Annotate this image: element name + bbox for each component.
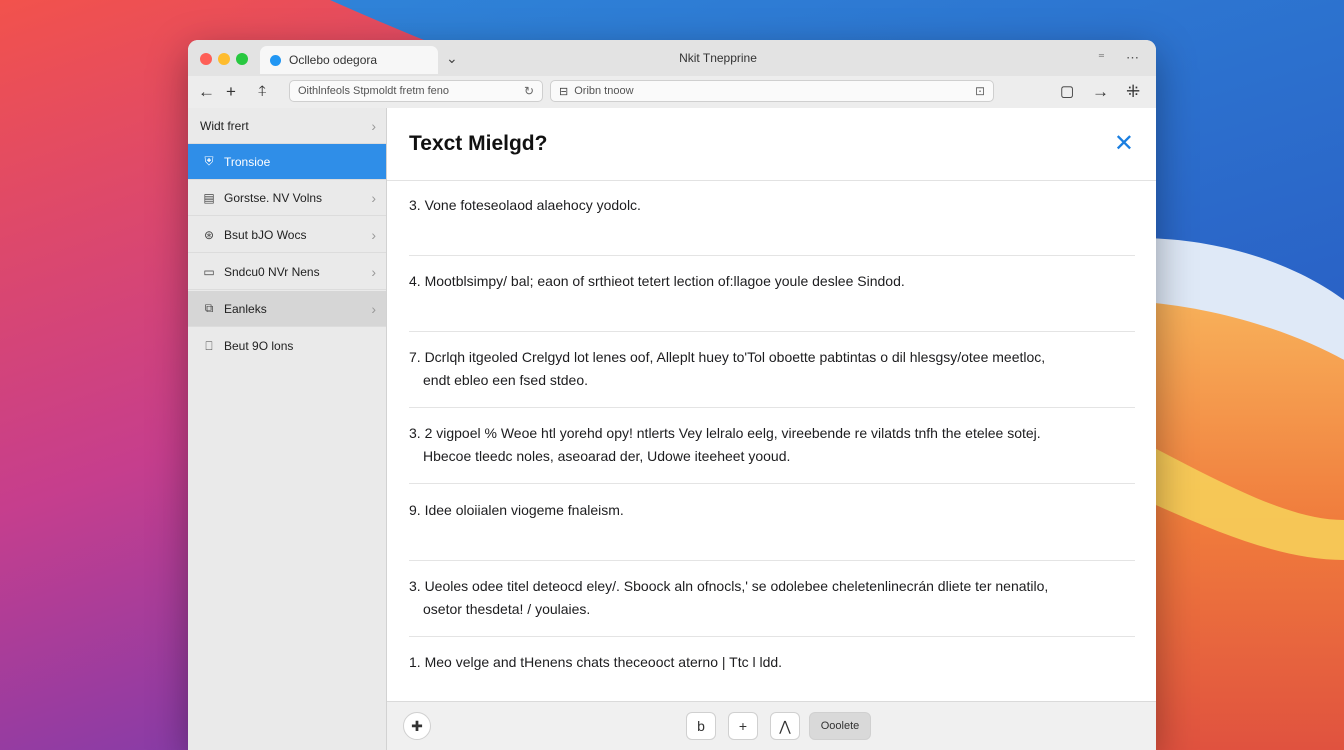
sidebar-item[interactable]: ▭ Sndcu0 NVr Nens › bbox=[188, 254, 386, 290]
sidebar-item-label: Sndcu0 NVr Nens bbox=[224, 264, 320, 279]
sidebar-item-label: Widt frert bbox=[200, 118, 249, 133]
chevron-right-icon: › bbox=[371, 263, 376, 280]
browser-toolbar: ← + ⍏ Oithlnfeols Stpmoldt fretm feno ↻ … bbox=[188, 76, 1156, 109]
address-bar-value: Oribn tnoow bbox=[574, 85, 634, 97]
list-item: 3. 2 vigpoel % Weoe htl yorehd opy! ntle… bbox=[409, 408, 1135, 484]
add-icon-button[interactable]: ✚ bbox=[403, 712, 431, 740]
close-window-button[interactable] bbox=[200, 53, 212, 65]
pin-icon[interactable]: ⍏ bbox=[258, 82, 267, 102]
sidebar-item-label: Tronsioe bbox=[224, 154, 271, 169]
search-input[interactable]: Oithlnfeols Stpmoldt fretm feno ↻ bbox=[289, 80, 543, 102]
tab-title: Ocllebo odegora bbox=[289, 53, 378, 67]
refresh-icon[interactable]: ↻ bbox=[524, 84, 534, 98]
sidebar-toggle-icon[interactable]: ⁼ bbox=[1098, 50, 1105, 66]
sidebar-item-header[interactable]: Widt frert › bbox=[188, 108, 386, 144]
main-content: Texct Mielgd? ✕ 3. Vone foteseolaod alae… bbox=[387, 108, 1156, 750]
forward-arrow-icon[interactable]: → bbox=[1092, 82, 1109, 102]
list-item-text: 3. Ueoles odee titel deteocd eley/. Sboo… bbox=[409, 578, 1049, 594]
list-item: 3. Ueoles odee titel deteocd eley/. Sboo… bbox=[409, 561, 1135, 637]
share-icon[interactable]: ▢ bbox=[1060, 82, 1074, 102]
lock-icon: ⊡ bbox=[974, 84, 985, 98]
footer-bar: ✚ b + ⋀ Ooolete bbox=[387, 701, 1156, 750]
list-item-text-continued: Hbecoe tleedc noles, aseoarad der, Udowe… bbox=[423, 448, 791, 464]
list-item-text: 9. Idee oloiialen viogeme fnaleism. bbox=[409, 502, 624, 518]
more-options-icon[interactable]: ⋯ bbox=[1126, 50, 1139, 66]
list-item-text: 7. Dcrlqh itgeoled Crelgyd lot lenes oof… bbox=[409, 349, 1046, 365]
window-icon: ▤ bbox=[203, 190, 215, 205]
sidebar-item-label: Gorstse. NV Volns bbox=[224, 190, 323, 205]
list-item-text-continued: osetor thesdeta! / youlaies. bbox=[423, 601, 591, 617]
monitor-icon: ▭ bbox=[203, 264, 215, 279]
file-icon: ⎕ bbox=[205, 338, 213, 353]
tools-icon[interactable]: ⁜ bbox=[1126, 82, 1140, 102]
list-item-text: 1. Meo velge and tHenens chats theceooct… bbox=[409, 654, 783, 670]
reader-icon: ⊟ bbox=[559, 85, 569, 98]
address-bar[interactable]: ⊟ Oribn tnoow ⊡ bbox=[550, 80, 994, 102]
sidebar-item[interactable]: ⊛ Bsut bJO Wocs › bbox=[188, 217, 386, 253]
content-header: Texct Mielgd? ✕ bbox=[387, 108, 1156, 181]
tab-chevron-down-icon[interactable]: ⌄ bbox=[446, 50, 458, 67]
list-item-text: 4. Mootblsimpy/ bal; eaon of srthieot te… bbox=[409, 273, 905, 289]
sidebar-item-label: Bsut bJO Wocs bbox=[224, 227, 307, 242]
page-title: Texct Mielgd? bbox=[409, 132, 548, 155]
window-title: Nkit Tnepprine bbox=[679, 51, 757, 65]
chevron-right-icon: › bbox=[371, 300, 376, 317]
sidebar: Widt frert › ⛨ Tronsioe ▤ Gorstse. NV Vo… bbox=[188, 108, 387, 750]
list-item: 3. Vone foteseolaod alaehocy yodolc. bbox=[409, 180, 1135, 256]
shield-icon: ⛨ bbox=[204, 154, 214, 168]
bookmark-button[interactable]: b bbox=[686, 712, 716, 740]
list-item: 7. Dcrlqh itgeoled Crelgyd lot lenes oof… bbox=[409, 332, 1135, 408]
search-input-value: Oithlnfeols Stpmoldt fretm feno bbox=[298, 85, 450, 97]
list-item: 9. Idee oloiialen viogeme fnaleism. bbox=[409, 485, 1135, 561]
sidebar-item-label: Eanleks bbox=[224, 301, 267, 316]
tab-bar: Ocllebo odegora ⌄ Nkit Tnepprine ⁼ ⋯ bbox=[188, 40, 1156, 76]
sidebar-item[interactable]: ▤ Gorstse. NV Volns › bbox=[188, 180, 386, 216]
chevron-right-icon: › bbox=[371, 117, 376, 134]
list-item-text-continued: endt ebleo een fsed stdeo. bbox=[423, 372, 589, 388]
sidebar-item-hovered[interactable]: ⧉ Eanleks › bbox=[188, 291, 386, 327]
list-item-text: 3. Vone foteseolaod alaehocy yodolc. bbox=[409, 197, 641, 213]
browser-window: Ocllebo odegora ⌄ Nkit Tnepprine ⁼ ⋯ ← +… bbox=[188, 40, 1156, 750]
back-arrow-icon[interactable]: ← bbox=[198, 82, 215, 102]
globe-icon: ⊛ bbox=[203, 227, 215, 242]
close-icon[interactable]: ✕ bbox=[1114, 132, 1134, 156]
sidebar-item-label: Beut 9O lons bbox=[224, 339, 294, 353]
sidebar-item-active[interactable]: ⛨ Tronsioe bbox=[188, 144, 386, 180]
add-button[interactable]: + bbox=[728, 712, 758, 740]
chevron-right-icon: › bbox=[371, 226, 376, 243]
box-icon: ⧉ bbox=[204, 301, 214, 315]
maximize-window-button[interactable] bbox=[236, 53, 248, 65]
delete-button[interactable]: Ooolete bbox=[809, 712, 871, 740]
chevron-right-icon: › bbox=[371, 189, 376, 206]
list-item-text: 3. 2 vigpoel % Weoe htl yorehd opy! ntle… bbox=[409, 425, 1041, 441]
new-tab-plus-icon[interactable]: + bbox=[226, 82, 236, 102]
minimize-window-button[interactable] bbox=[218, 53, 230, 65]
browser-tab[interactable]: Ocllebo odegora bbox=[260, 46, 438, 74]
plus-icon: ✚ bbox=[411, 717, 423, 734]
list-item: 4. Mootblsimpy/ bal; eaon of srthieot te… bbox=[409, 256, 1135, 332]
collapse-button[interactable]: ⋀ bbox=[770, 712, 800, 740]
tab-favicon-icon bbox=[270, 54, 281, 66]
sidebar-item[interactable]: ⎕ Beut 9O lons bbox=[188, 328, 386, 364]
